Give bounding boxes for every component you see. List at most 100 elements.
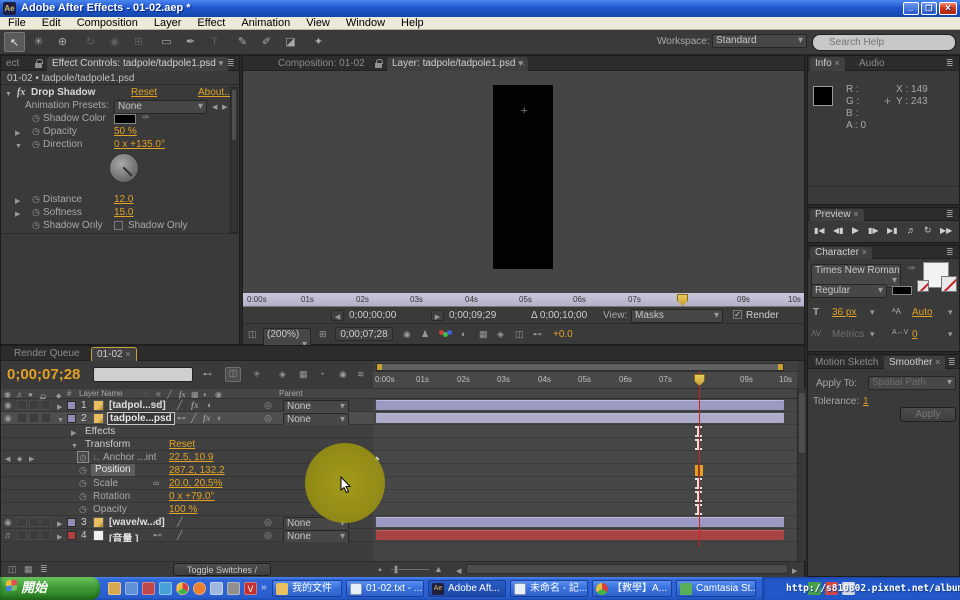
layer-4-audio-bar[interactable] <box>376 530 784 540</box>
out-point-icon[interactable] <box>431 310 444 321</box>
expand-in-out-icon[interactable] <box>8 564 17 575</box>
layer-row-4[interactable]: 4 [音量 ] None <box>1 529 373 542</box>
selection-tool[interactable]: ↖ <box>4 32 25 52</box>
rotation-label[interactable]: Rotation <box>93 491 130 502</box>
pen-tool[interactable]: ✒ <box>180 32 201 52</box>
work-area-end-handle[interactable] <box>778 364 783 370</box>
quality-icon[interactable] <box>191 413 196 424</box>
layer-row-3[interactable]: 3 [wave/w...d] None <box>1 516 373 529</box>
close-icon[interactable] <box>519 58 524 69</box>
zoom-in-icon[interactable] <box>434 564 443 575</box>
brainstorm-icon[interactable] <box>319 369 324 380</box>
layer-2-duration-bar[interactable] <box>376 413 784 423</box>
collapse-icon[interactable] <box>153 530 162 541</box>
brush-tool[interactable]: ✎ <box>232 32 253 52</box>
quicklaunch-vlc-icon[interactable]: V <box>244 582 257 595</box>
menu-help[interactable]: Help <box>393 17 432 30</box>
apply-button[interactable]: Apply <box>900 407 956 422</box>
lock-cell[interactable] <box>41 413 51 423</box>
search-help-input[interactable] <box>812 34 956 51</box>
layer-tab[interactable]: Layer: tadpole/tadpole1.psd <box>387 57 528 71</box>
position-value[interactable]: 287.2, 132.2 <box>169 465 225 476</box>
close-icon[interactable] <box>853 209 858 219</box>
effects-group-row[interactable]: Effects <box>1 425 373 438</box>
current-time-button[interactable]: 0;00;07;28 <box>335 327 393 341</box>
panel-menu-icon[interactable] <box>946 58 954 69</box>
info-tab[interactable]: Info <box>810 57 845 71</box>
stopwatch-icon[interactable] <box>32 126 40 137</box>
pick-whip-icon[interactable] <box>264 517 272 528</box>
solo-cell[interactable] <box>29 517 39 527</box>
comp-mini-flowchart-icon[interactable] <box>203 369 212 380</box>
audio-cell[interactable] <box>17 413 27 423</box>
layer-4-track[interactable] <box>373 529 797 542</box>
label-color-swatch[interactable] <box>67 401 76 410</box>
expand-distance-icon[interactable] <box>15 195 20 207</box>
stopwatch-active[interactable] <box>77 451 89 463</box>
zoom-slider-handle[interactable] <box>394 565 398 574</box>
stopwatch-icon[interactable] <box>79 491 87 502</box>
quality-icon[interactable] <box>177 530 182 541</box>
font-style-dropdown[interactable]: Regular <box>811 284 887 298</box>
puppet-pin-tool[interactable]: ✦ <box>308 32 329 52</box>
mask-shape-tool[interactable]: ▭ <box>156 32 177 52</box>
layer-3-track[interactable] <box>373 516 797 529</box>
collapse-icon[interactable] <box>153 400 162 411</box>
stopwatch-icon[interactable] <box>79 465 87 476</box>
comp-timeline-tab[interactable]: 01-02 <box>91 347 137 361</box>
expand-switches-icon[interactable] <box>24 564 33 575</box>
scroll-right-icon[interactable] <box>792 565 797 577</box>
chevron-down-icon[interactable] <box>948 307 953 318</box>
lock-cell[interactable] <box>41 530 51 540</box>
menu-window[interactable]: Window <box>338 17 393 30</box>
menu-animation[interactable]: Animation <box>233 17 298 30</box>
out-time[interactable]: 0;00;09;29 <box>449 310 496 321</box>
menu-edit[interactable]: Edit <box>34 17 69 30</box>
render-queue-tab[interactable]: Render Queue <box>9 347 85 361</box>
quicklaunch-chrome-icon[interactable] <box>176 582 189 595</box>
hide-shy-layers-icon[interactable] <box>253 369 261 380</box>
audio-cell[interactable] <box>17 400 27 410</box>
character-tab[interactable]: Character <box>810 247 872 259</box>
motion-blur-icon[interactable] <box>299 369 308 380</box>
solo-cell[interactable] <box>29 413 39 423</box>
frame-blending-icon[interactable] <box>279 369 286 380</box>
shadow-only-checkbox[interactable] <box>114 221 123 230</box>
quicklaunch-photo-icon[interactable] <box>227 582 240 595</box>
timeline-button-icon[interactable] <box>515 329 524 340</box>
anchor-point-crosshair-icon[interactable] <box>521 106 527 117</box>
snapshot-icon[interactable] <box>403 329 411 340</box>
menu-layer[interactable]: Layer <box>146 17 190 30</box>
effect-name[interactable]: Drop Shadow <box>31 87 95 98</box>
zoom-out-icon[interactable] <box>377 565 383 576</box>
render-checkbox[interactable] <box>733 310 742 319</box>
play-button[interactable]: ▶ <box>852 225 859 236</box>
label-color-swatch[interactable] <box>67 414 76 423</box>
next-preset-icon[interactable] <box>222 101 227 113</box>
presets-dropdown[interactable]: None <box>114 100 207 114</box>
taskbar-button-after-effects[interactable]: AeAdobe Aft... <box>428 580 506 597</box>
in-time[interactable]: 0;00;00;00 <box>349 310 396 321</box>
layer-1-duration-bar[interactable] <box>376 400 784 410</box>
lock-cell[interactable] <box>41 517 51 527</box>
quality-icon[interactable] <box>177 517 182 528</box>
stopwatch-icon[interactable] <box>79 478 87 489</box>
direction-value[interactable]: 0 x +135.0° <box>114 139 165 150</box>
preview-tab[interactable]: Preview <box>810 209 864 221</box>
effect-controls-tab[interactable]: Effect Controls: tadpole/tadpole1.psd <box>47 57 228 71</box>
opacity-value[interactable]: 100 % <box>169 504 197 515</box>
playhead-marker[interactable] <box>677 294 688 306</box>
work-area-start-handle[interactable] <box>377 364 382 370</box>
resolution-icon[interactable] <box>461 329 466 340</box>
timeline-scrollbar[interactable] <box>797 389 806 561</box>
graph-editor-icon[interactable] <box>357 369 365 380</box>
scroll-left-icon[interactable] <box>456 565 461 577</box>
hand-tool[interactable]: ✳ <box>28 32 49 52</box>
parent-column-header[interactable]: Parent <box>279 389 303 398</box>
audio-tab[interactable]: Audio <box>854 57 890 71</box>
effect-reset-link[interactable]: Reset <box>131 87 157 98</box>
lock-icon[interactable] <box>35 63 42 68</box>
position-label-selected[interactable]: Position <box>91 464 135 476</box>
constrain-link-icon[interactable] <box>153 478 159 489</box>
quicklaunch-document-icon[interactable] <box>125 582 138 595</box>
